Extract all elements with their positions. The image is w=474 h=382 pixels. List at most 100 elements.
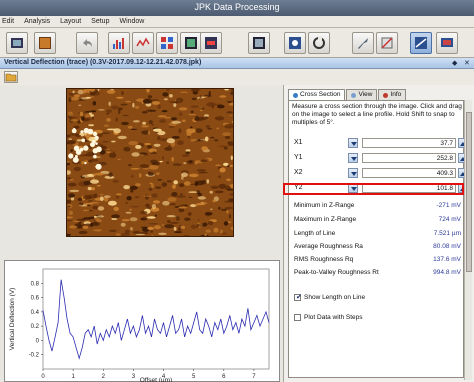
x1-field[interactable]: 37.7 xyxy=(362,138,456,148)
afm-grain xyxy=(188,114,196,116)
afm-grain xyxy=(106,112,110,115)
tool-button-3[interactable] xyxy=(156,32,178,54)
tool-button-10[interactable] xyxy=(376,32,398,54)
menu-window[interactable]: Window xyxy=(119,18,144,25)
y-tick-label: 0.6 xyxy=(31,296,40,302)
afm-grain xyxy=(214,139,219,142)
menu-setup[interactable]: Setup xyxy=(91,18,109,25)
afm-grain xyxy=(139,152,148,155)
measure-value: 724 mV xyxy=(438,216,461,223)
afm-grain xyxy=(166,220,171,223)
afm-grain xyxy=(195,128,203,133)
afm-grain xyxy=(173,227,177,231)
checkbox-box[interactable] xyxy=(294,314,301,321)
afm-grain xyxy=(172,163,182,166)
tool-button-7[interactable] xyxy=(284,32,306,54)
afm-grain xyxy=(161,223,164,227)
afm-grain xyxy=(186,128,196,134)
afm-grain xyxy=(130,206,139,208)
image-button[interactable] xyxy=(34,32,56,54)
tool-button-9[interactable] xyxy=(352,32,374,54)
afm-grain xyxy=(227,221,232,224)
afm-grain xyxy=(147,226,154,230)
export-icon xyxy=(253,37,265,49)
afm-grain xyxy=(115,194,120,200)
afm-grain xyxy=(226,178,231,182)
afm-grain xyxy=(121,121,129,126)
tab-info[interactable]: Info xyxy=(378,89,407,100)
afm-grain xyxy=(144,143,151,145)
afm-grain xyxy=(162,156,165,160)
tool-button-12[interactable] xyxy=(436,32,458,54)
afm-grain xyxy=(181,172,188,177)
decrement-y1-button[interactable] xyxy=(348,153,358,163)
tab-view[interactable]: View xyxy=(346,89,378,100)
open-button[interactable] xyxy=(6,32,28,54)
measure-rt: Peak-to-Valley Roughness Rt 994.8 mV xyxy=(292,268,463,278)
stats-button[interactable] xyxy=(108,32,130,54)
afm-grain xyxy=(87,204,91,206)
show-length-checkbox[interactable]: ✔ Show Length on Line xyxy=(294,293,454,303)
tool-button-6[interactable] xyxy=(248,32,270,54)
undo-button[interactable] xyxy=(76,32,98,54)
x2-field[interactable]: 409.3 xyxy=(362,168,456,178)
chevron-down-icon xyxy=(351,172,357,176)
menu-layout[interactable]: Layout xyxy=(60,18,81,25)
afm-grain xyxy=(221,232,227,235)
app-title: JPK Data Processing xyxy=(194,2,280,12)
afm-grain xyxy=(96,184,101,187)
scrollbar-thumb[interactable] xyxy=(466,112,472,272)
y-axis-label: Vertical Deflection (V) xyxy=(9,288,16,351)
plot-steps-checkbox[interactable]: Plot Data with Steps xyxy=(294,313,454,323)
image-window-title: Vertical Deflection (trace) (0.3V-2017.0… xyxy=(4,59,202,66)
afm-grain xyxy=(115,117,118,122)
folder-button[interactable] xyxy=(4,71,18,83)
afm-grain xyxy=(147,130,151,135)
afm-grain xyxy=(112,179,119,183)
image-icon xyxy=(39,37,51,49)
afm-bright-spot xyxy=(92,148,98,154)
afm-bright-spot xyxy=(92,131,98,137)
histogram-icon xyxy=(113,38,124,49)
afm-grain xyxy=(93,229,103,232)
afm-grain xyxy=(132,102,135,108)
afm-grain xyxy=(223,162,229,166)
tab-view-label: View xyxy=(358,91,373,98)
afm-grain xyxy=(226,111,233,114)
tool-button-8[interactable] xyxy=(308,32,330,54)
afm-grain xyxy=(108,152,117,158)
cross-section-tab-icon xyxy=(293,92,298,98)
afm-grain xyxy=(111,140,116,143)
tool-icon xyxy=(381,37,393,49)
menu-edit[interactable]: Edit xyxy=(2,18,14,25)
afm-grain xyxy=(229,164,233,168)
afm-grain xyxy=(151,193,158,198)
afm-grain xyxy=(81,176,85,179)
cross-section-tool-button[interactable] xyxy=(410,32,432,54)
tool-button-4[interactable] xyxy=(180,32,202,54)
profile-button[interactable] xyxy=(132,32,154,54)
afm-grain xyxy=(129,208,132,211)
decrement-x2-button[interactable] xyxy=(348,168,358,178)
afm-image[interactable] xyxy=(66,88,234,237)
afm-grain xyxy=(83,209,90,212)
afm-grain xyxy=(169,222,179,224)
afm-grain xyxy=(88,216,95,219)
checkbox-box[interactable]: ✔ xyxy=(294,294,302,301)
pin-icon[interactable]: ◆ xyxy=(452,59,457,67)
afm-grain xyxy=(91,96,94,98)
afm-grain xyxy=(190,204,197,208)
afm-grain xyxy=(181,154,190,157)
tab-cross-section[interactable]: Cross Section xyxy=(288,89,346,100)
menu-analysis[interactable]: Analysis xyxy=(24,18,50,25)
afm-bright-spot xyxy=(93,154,97,159)
close-icon[interactable]: ✕ xyxy=(464,59,470,67)
y1-field[interactable]: 252.8 xyxy=(362,153,456,163)
tool-button-5[interactable] xyxy=(200,32,222,54)
afm-grain xyxy=(163,98,168,101)
panel-scrollbar[interactable] xyxy=(464,100,472,380)
afm-grain xyxy=(207,220,214,226)
decrement-x1-button[interactable] xyxy=(348,138,358,148)
afm-grain xyxy=(204,116,209,120)
afm-grain xyxy=(155,186,162,189)
